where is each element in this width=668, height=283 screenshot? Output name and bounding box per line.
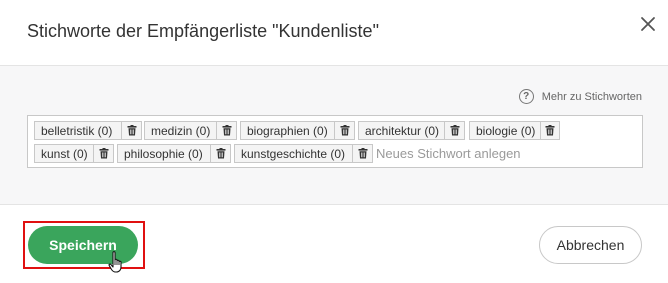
tag-chip: architektur (0)	[358, 121, 465, 140]
trash-icon[interactable]	[93, 145, 113, 162]
help-link[interactable]: ? Mehr zu Stichworten	[518, 89, 642, 104]
tag-label: belletristik (0)	[41, 123, 113, 138]
trash-icon[interactable]	[216, 122, 236, 139]
tag-chip: belletristik (0)	[34, 121, 142, 140]
tag-chip: medizin (0)	[144, 121, 237, 140]
tag-label: architektur (0)	[365, 123, 440, 138]
tag-label: medizin (0)	[151, 123, 211, 138]
trash-icon[interactable]	[121, 122, 141, 139]
close-icon[interactable]	[638, 14, 658, 34]
tag-input-box[interactable]: belletristik (0) medizin (0) biographien…	[27, 115, 643, 168]
hand-cursor-icon	[108, 250, 126, 274]
trash-icon[interactable]	[334, 122, 354, 139]
tag-label: philosophie (0)	[124, 146, 203, 161]
trash-icon[interactable]	[540, 122, 559, 139]
dialog-footer: Speichern Abbrechen	[0, 206, 668, 283]
tag-label: biographien (0)	[247, 123, 328, 138]
tag-chip: kunstgeschichte (0)	[234, 144, 373, 163]
tag-chip: philosophie (0)	[117, 144, 231, 163]
cancel-button[interactable]: Abbrechen	[539, 226, 642, 264]
help-link-label: Mehr zu Stichworten	[541, 90, 642, 103]
tag-chip: biographien (0)	[240, 121, 355, 140]
trash-icon[interactable]	[352, 145, 372, 162]
tag-label: kunstgeschichte (0)	[241, 146, 346, 161]
tag-label: kunst (0)	[41, 146, 88, 161]
question-circle-icon: ?	[518, 89, 534, 104]
trash-icon[interactable]	[444, 122, 464, 139]
new-tag-input[interactable]	[376, 144, 616, 163]
dialog-title: Stichworte der Empfängerliste "Kundenlis…	[27, 21, 379, 41]
tag-chip: biologie (0)	[469, 121, 560, 140]
dialog-header: Stichworte der Empfängerliste "Kundenlis…	[0, 0, 668, 66]
trash-icon[interactable]	[210, 145, 230, 162]
tag-chip: kunst (0)	[34, 144, 114, 163]
dialog-body: ? Mehr zu Stichworten belletristik (0) m…	[0, 66, 668, 205]
tag-label: biologie (0)	[476, 123, 536, 138]
